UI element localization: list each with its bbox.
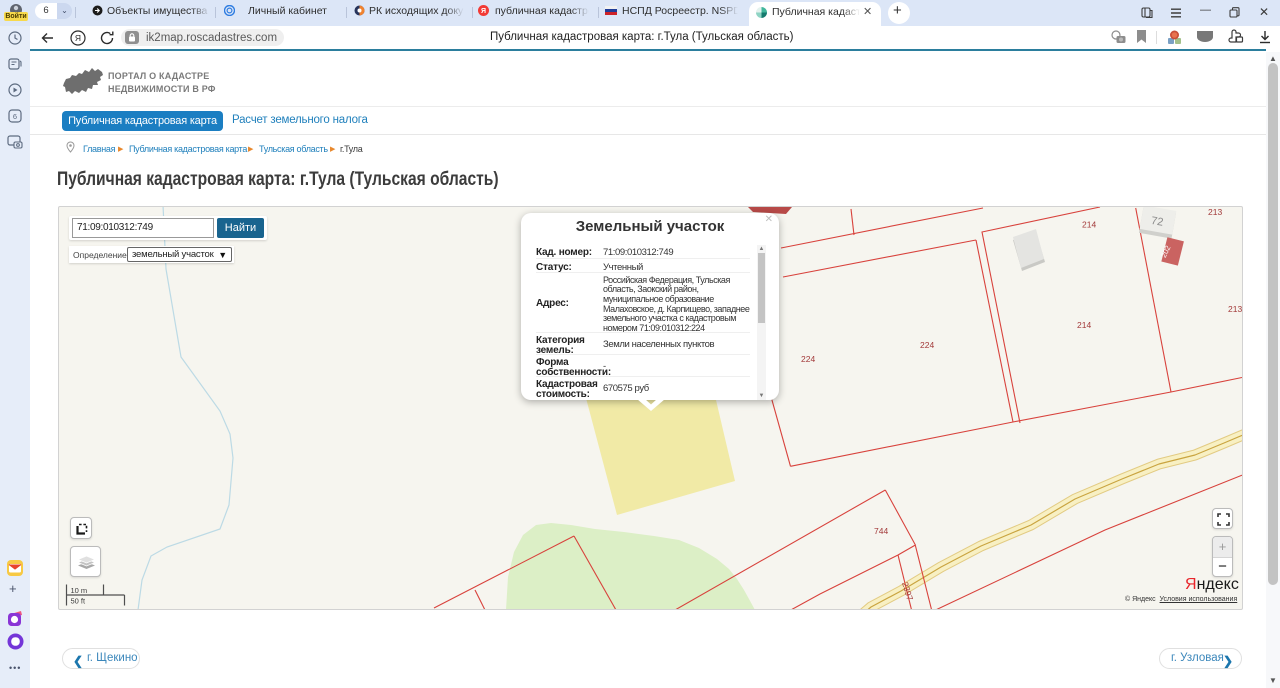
svg-text:Я: Я	[75, 33, 81, 43]
svg-text:213: 213	[1208, 207, 1222, 217]
svg-text:224: 224	[920, 340, 934, 350]
svg-text:6: 6	[13, 112, 17, 121]
svg-text:214: 214	[1082, 220, 1096, 230]
svg-text:Я: Я	[481, 8, 486, 15]
svg-text:213: 213	[1228, 304, 1242, 314]
svg-text:50 ft: 50 ft	[71, 597, 87, 606]
svg-text:224: 224	[801, 354, 815, 364]
svg-text:214: 214	[1077, 320, 1091, 330]
svg-text:10 m: 10 m	[71, 586, 88, 595]
svg-text:744: 744	[874, 526, 888, 536]
svg-text:72: 72	[1150, 215, 1164, 229]
